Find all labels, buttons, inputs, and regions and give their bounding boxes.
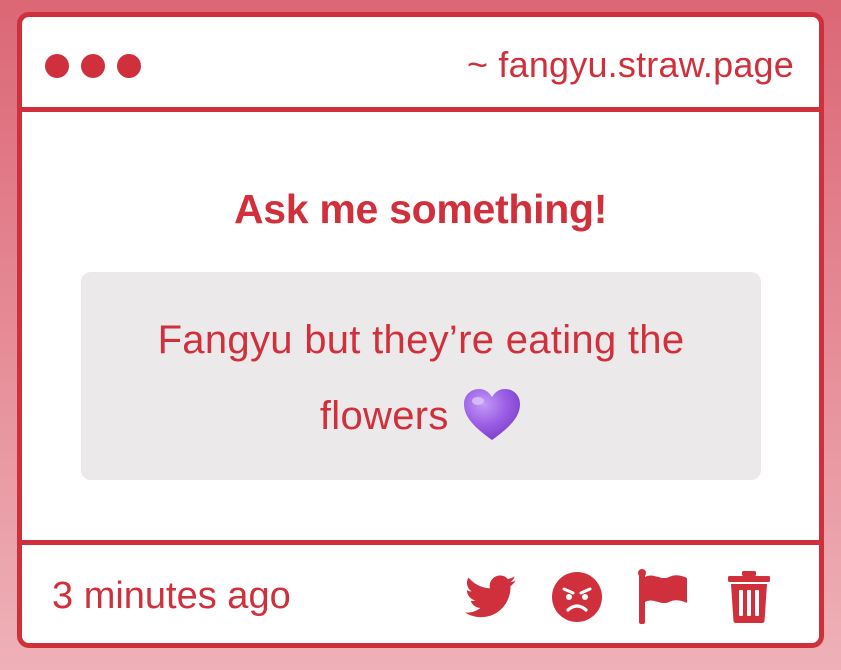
action-bar <box>463 569 777 625</box>
window-titlebar: ~ fangyu.straw.page <box>22 17 819 112</box>
site-label: ~ fangyu.straw.page <box>466 44 794 85</box>
window-dot <box>45 54 69 78</box>
report-flag-button[interactable] <box>635 569 691 625</box>
question-box: Fangyu but they’re eating the flowers <box>81 272 761 480</box>
trash-icon <box>726 570 772 624</box>
react-angry-button[interactable] <box>549 569 605 625</box>
share-twitter-button[interactable] <box>463 569 519 625</box>
prompt-heading: Ask me something! <box>233 186 608 232</box>
delete-button[interactable] <box>721 569 777 625</box>
timestamp: 3 minutes ago <box>52 575 291 617</box>
window-dots <box>45 54 141 78</box>
question-card: ~ fangyu.straw.page Ask me something! Fa… <box>17 12 824 648</box>
purple-heart-emoji <box>462 387 522 443</box>
twitter-icon <box>465 575 517 619</box>
angry-face-icon <box>551 571 603 623</box>
flag-icon <box>637 569 689 625</box>
question-text: Fangyu but they’re eating the flowers <box>157 318 685 438</box>
window-dot <box>81 54 105 78</box>
card-footer: 3 minutes ago <box>22 540 819 643</box>
window-dot <box>117 54 141 78</box>
